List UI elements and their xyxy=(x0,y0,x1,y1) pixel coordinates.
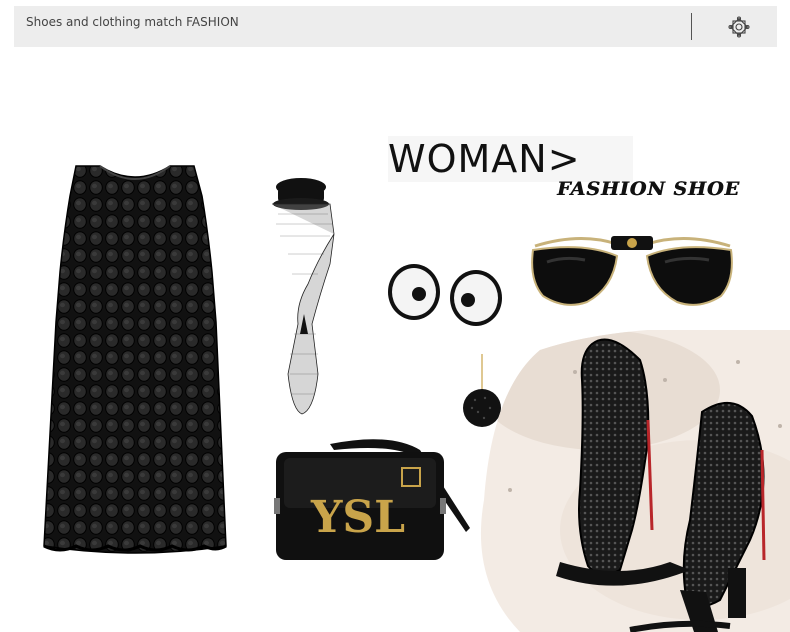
veiled-hat[interactable] xyxy=(268,174,348,416)
header-divider xyxy=(691,13,692,40)
header-bar: Shoes and clothing match FASHION xyxy=(14,6,777,47)
lace-heels-photo[interactable] xyxy=(480,330,790,632)
page-title: Shoes and clothing match FASHION xyxy=(26,15,239,29)
aviator-sunglasses[interactable] xyxy=(525,230,740,312)
ysl-logo: YSL xyxy=(310,492,405,543)
collage-subheading: FASHION SHOE xyxy=(557,178,740,200)
menu-button[interactable] xyxy=(722,13,756,41)
eye-patches[interactable] xyxy=(386,260,506,328)
black-lace-dress[interactable] xyxy=(40,162,230,554)
ornament-icon xyxy=(728,16,750,38)
ysl-shoulder-bag[interactable]: YSL xyxy=(270,438,480,566)
collage-canvas: WOMAN> FASHION SHOE YSL xyxy=(0,60,790,632)
collage-heading: WOMAN> xyxy=(388,136,633,182)
